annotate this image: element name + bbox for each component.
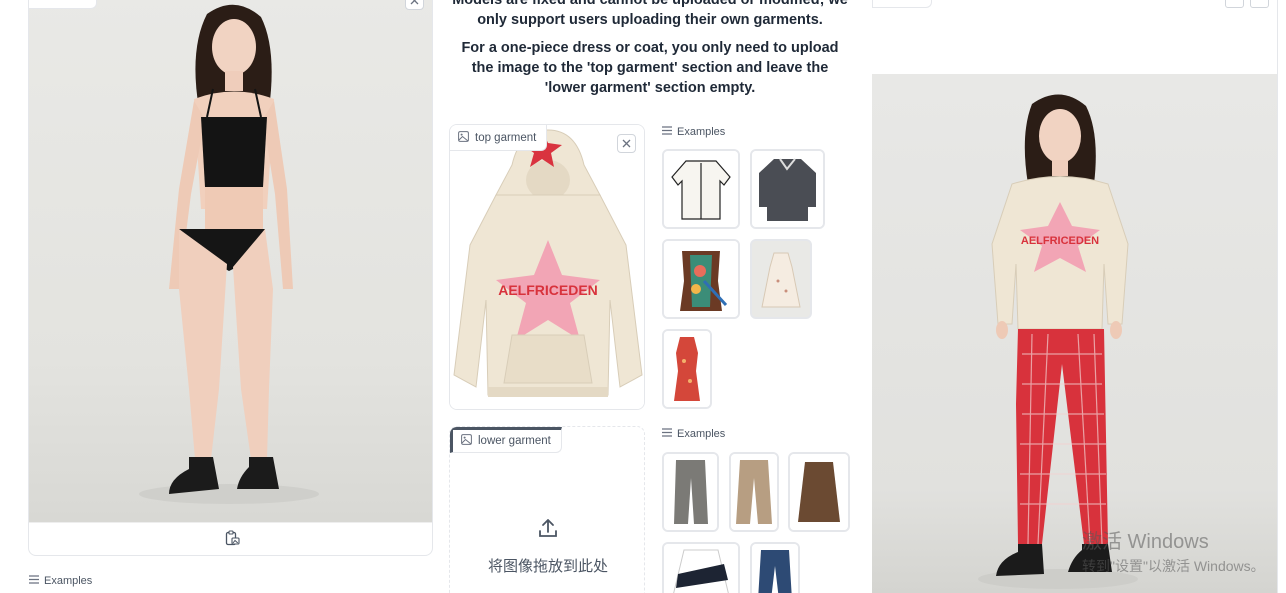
top-examples-label: Examples — [662, 126, 725, 138]
image-icon — [461, 434, 472, 448]
example-skirt-leather[interactable] — [788, 452, 850, 532]
drop-zone[interactable]: 将图像拖放到此处 — [450, 517, 644, 576]
model-image — [29, 0, 432, 522]
close-icon — [622, 139, 631, 148]
share-icon[interactable] — [1250, 0, 1269, 8]
lower-garment-upload[interactable]: lower garment 将图像拖放到此处 — [449, 426, 645, 593]
example-skirt-striped[interactable] — [662, 542, 740, 593]
model-examples-label: Examples — [29, 575, 92, 587]
clear-top-garment-button[interactable] — [617, 134, 636, 153]
watermark-line2: 转到"设置"以激活 Windows。 — [1082, 558, 1265, 574]
model-image-card — [28, 0, 433, 556]
clear-image-button[interactable] — [405, 0, 424, 10]
example-top-white-cardigan[interactable] — [662, 149, 740, 229]
windows-activation-watermark: 激活 Windows 转到"设置"以激活 Windows。 — [1082, 525, 1265, 576]
result-label-tab — [872, 0, 932, 8]
example-dress-floral[interactable] — [750, 239, 812, 319]
examples-text: Examples — [677, 428, 726, 440]
close-icon — [410, 0, 419, 5]
clipboard-image-icon[interactable] — [224, 529, 240, 551]
image-label-tab — [29, 0, 97, 9]
example-top-floral-vest[interactable] — [662, 239, 740, 319]
top-garment-image: AELFRICEDEN — [450, 125, 644, 409]
instructions: Models are fixed and cannot be uploaded … — [450, 0, 850, 106]
examples-text: Examples — [677, 126, 726, 138]
upload-icon — [450, 517, 644, 543]
result-print-text: AELFRICEDEN — [1021, 235, 1099, 247]
list-icon — [662, 126, 672, 138]
lower-garment-label-text: lower garment — [478, 435, 551, 447]
notice-one-piece: For a one-piece dress or coat, you only … — [461, 40, 839, 96]
top-garment-upload[interactable]: top garment AELFRICEDEN — [449, 124, 645, 410]
drop-text: 将图像拖放到此处 — [487, 558, 608, 575]
example-jeans[interactable] — [750, 542, 800, 593]
lower-examples-label: Examples — [662, 428, 725, 440]
example-dress-red[interactable] — [662, 329, 712, 409]
lower-garment-label: lower garment — [450, 427, 562, 453]
example-pants-grey[interactable] — [662, 452, 719, 532]
list-icon — [29, 575, 39, 587]
examples-text: Examples — [44, 575, 93, 587]
image-icon — [458, 130, 469, 145]
list-icon — [662, 428, 672, 440]
notice-fixed-models: Models are fixed and cannot be uploaded … — [452, 0, 848, 28]
result-header — [872, 0, 1277, 74]
top-garment-label: top garment — [450, 125, 548, 151]
example-top-grey-polo[interactable] — [750, 149, 825, 229]
example-pants-khaki[interactable] — [729, 452, 779, 532]
scroll-gutter — [1277, 0, 1286, 593]
app-page: Examples Models are fixed and cannot be … — [0, 0, 1286, 593]
result-image: AELFRICEDEN — [872, 74, 1277, 593]
watermark-line1: 激活 Windows — [1082, 531, 1209, 553]
top-garment-label-text: top garment — [475, 131, 537, 144]
result-actions — [1225, 0, 1269, 8]
hoodie-print-text: AELFRICEDEN — [498, 282, 598, 298]
download-icon[interactable] — [1225, 0, 1244, 8]
image-toolbar — [29, 522, 432, 555]
